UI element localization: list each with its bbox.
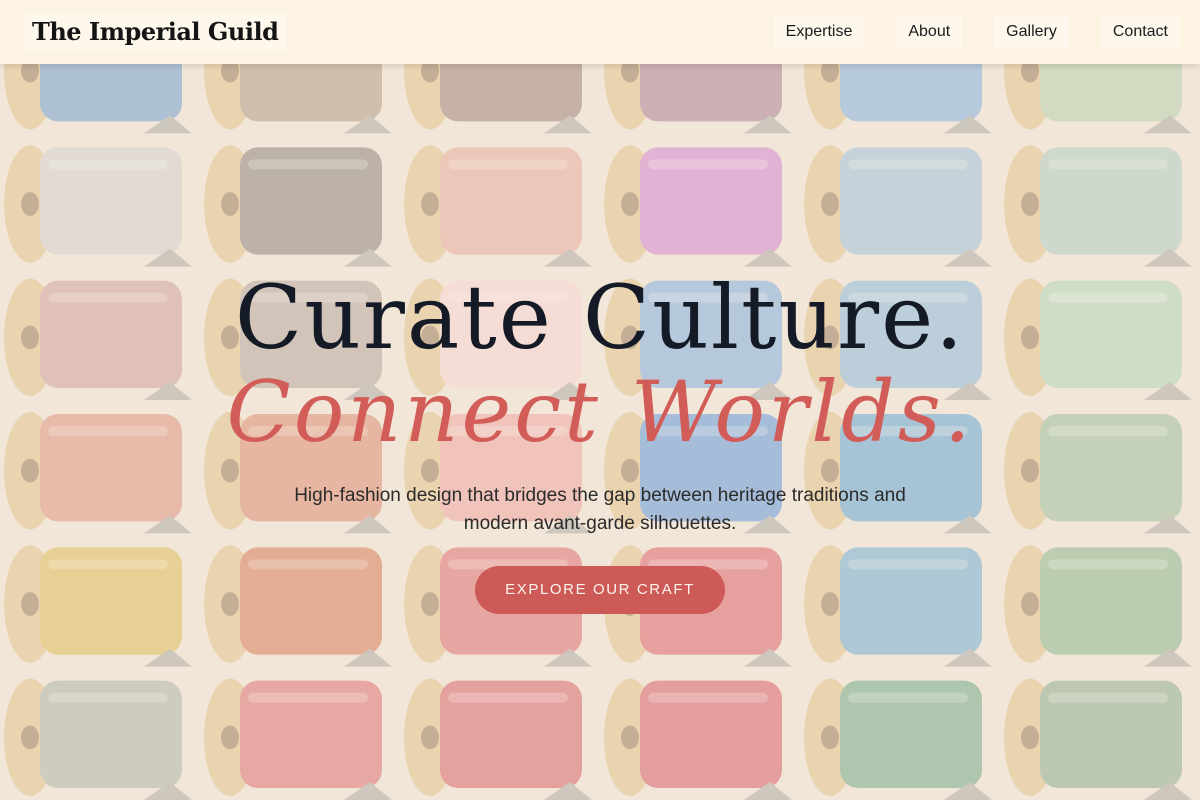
headline-line-2: Connect Worlds.	[226, 363, 974, 461]
site-logo[interactable]: The Imperial Guild	[24, 14, 287, 50]
hero-content: Curate Culture. Connect Worlds. High-fas…	[0, 268, 1200, 614]
headline-line-1: Curate Culture.	[234, 266, 966, 369]
nav-link-expertise[interactable]: Expertise	[773, 16, 865, 48]
nav-link-contact[interactable]: Contact	[1100, 16, 1180, 48]
hero-section: Curate Culture. Connect Worlds. High-fas…	[0, 0, 1200, 800]
nav-links: Expertise About Gallery Contact	[773, 16, 1180, 48]
nav-link-gallery[interactable]: Gallery	[994, 16, 1069, 48]
top-navbar: The Imperial Guild Expertise About Galle…	[0, 0, 1200, 64]
hero-subtitle: High-fashion design that bridges the gap…	[294, 485, 906, 534]
nav-link-about[interactable]: About	[896, 16, 963, 48]
explore-craft-button[interactable]: EXPLORE OUR CRAFT	[475, 566, 725, 614]
